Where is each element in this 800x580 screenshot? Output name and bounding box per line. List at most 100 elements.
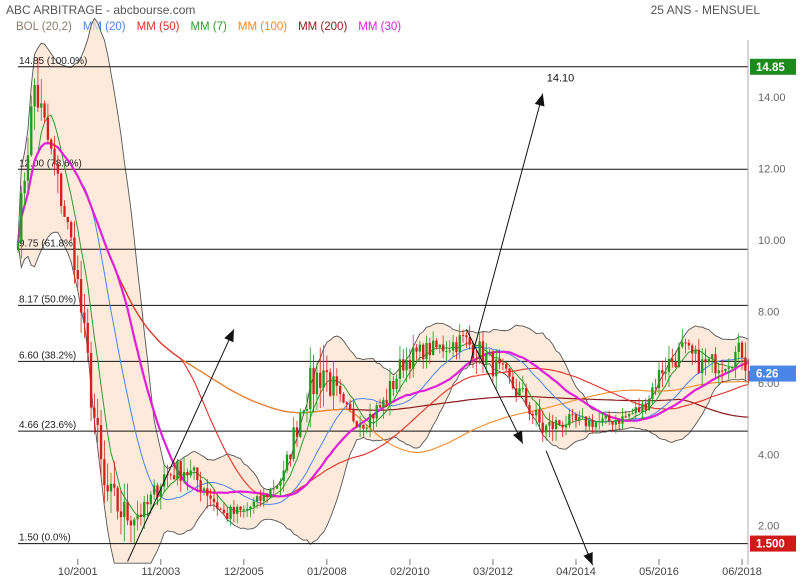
candle-body <box>451 342 455 351</box>
x-tick-label: 04/2014 <box>556 566 596 578</box>
candle-body <box>345 402 348 405</box>
candle-body <box>265 494 269 497</box>
candle-body <box>634 407 637 414</box>
candle-body <box>99 424 103 460</box>
candle-body <box>348 404 352 410</box>
candle-body <box>418 344 422 352</box>
candle-body <box>574 414 578 421</box>
candle-body <box>445 351 448 353</box>
candle-body <box>405 359 408 371</box>
candle-body <box>544 425 548 433</box>
candle-body <box>109 483 113 492</box>
candle-body <box>548 422 551 426</box>
candle-body <box>382 399 385 408</box>
candle-body <box>475 358 478 360</box>
x-tick-label: 05/2016 <box>639 566 679 578</box>
candle-body <box>737 342 740 352</box>
trend-arrow-line <box>545 450 594 566</box>
candle-body <box>714 354 717 374</box>
candle-body <box>744 357 747 371</box>
candle-body <box>611 421 614 425</box>
candle-body <box>362 424 365 429</box>
candle-body <box>358 424 362 428</box>
candle-body <box>461 335 465 337</box>
candle-body <box>325 370 329 373</box>
candle-body <box>342 393 345 403</box>
candle-body <box>239 506 242 510</box>
candle-body <box>53 148 56 165</box>
candle-body <box>322 370 325 388</box>
candle-body <box>687 342 691 346</box>
candle-body <box>422 344 425 360</box>
candle-body <box>707 358 710 363</box>
candle-body <box>485 353 488 364</box>
last-price-marker-label: 6.26 <box>756 369 778 381</box>
candle-body <box>720 370 724 372</box>
candle-body <box>113 483 116 488</box>
candle-body <box>691 345 694 354</box>
candle-body <box>588 420 591 427</box>
candle-body <box>272 488 275 490</box>
candle-body <box>408 359 412 369</box>
candle-body <box>16 242 20 250</box>
candle-body <box>584 416 588 427</box>
candle-body <box>305 409 309 411</box>
candle-body <box>295 427 299 437</box>
candle-body <box>123 501 126 518</box>
candle-body <box>392 380 395 390</box>
candle-body <box>501 363 505 365</box>
candle-body <box>491 351 495 377</box>
candle-body <box>627 414 631 417</box>
candle-body <box>136 514 139 520</box>
candle-body <box>564 425 568 428</box>
trend-arrow-line <box>469 93 544 366</box>
candle-body <box>56 164 60 174</box>
candle-body <box>139 514 143 518</box>
candle-body <box>252 501 255 507</box>
candle-body <box>332 376 335 396</box>
candle-body <box>561 424 564 428</box>
candle-body <box>186 472 189 476</box>
candle-body <box>654 387 657 389</box>
candle-body <box>209 495 212 499</box>
candle-body <box>621 416 624 424</box>
candle-body <box>617 420 621 424</box>
candle-body <box>664 371 667 374</box>
candle-body <box>255 496 259 502</box>
candle-body <box>651 387 654 399</box>
fib-label: 9.75 (61.8%) <box>19 238 76 249</box>
candle-body <box>674 361 677 368</box>
candle-body <box>202 488 206 491</box>
candle-body <box>275 485 279 489</box>
x-tick-label: 01/2008 <box>307 566 347 578</box>
trend-arrow-head <box>534 93 545 107</box>
candle-body <box>455 342 458 353</box>
candle-body <box>236 506 239 514</box>
candle-body <box>740 342 744 358</box>
candle-body <box>717 370 720 374</box>
candle-body <box>126 501 129 521</box>
candle-body <box>581 416 584 418</box>
candle-body <box>355 421 358 428</box>
candle-body <box>431 340 435 356</box>
candle-body <box>129 520 133 526</box>
candle-body <box>694 349 697 354</box>
candle-body <box>282 470 285 482</box>
candle-body <box>309 367 312 410</box>
x-tick-label: 12/2005 <box>224 566 264 578</box>
candle-body <box>415 347 418 352</box>
candle-body <box>521 388 524 390</box>
candle-body <box>46 117 50 140</box>
candle-body <box>206 488 209 496</box>
candle-body <box>76 270 79 280</box>
candle-body <box>641 403 644 412</box>
candle-body <box>412 347 415 369</box>
candle-body <box>179 461 182 481</box>
fib-label: 1.50 (0.0%) <box>19 533 71 544</box>
candle-body <box>50 139 53 149</box>
candle-body <box>531 413 534 416</box>
candle-body <box>242 509 246 511</box>
candle-body <box>458 335 461 353</box>
candle-body <box>43 103 46 118</box>
candle-body <box>568 414 571 426</box>
